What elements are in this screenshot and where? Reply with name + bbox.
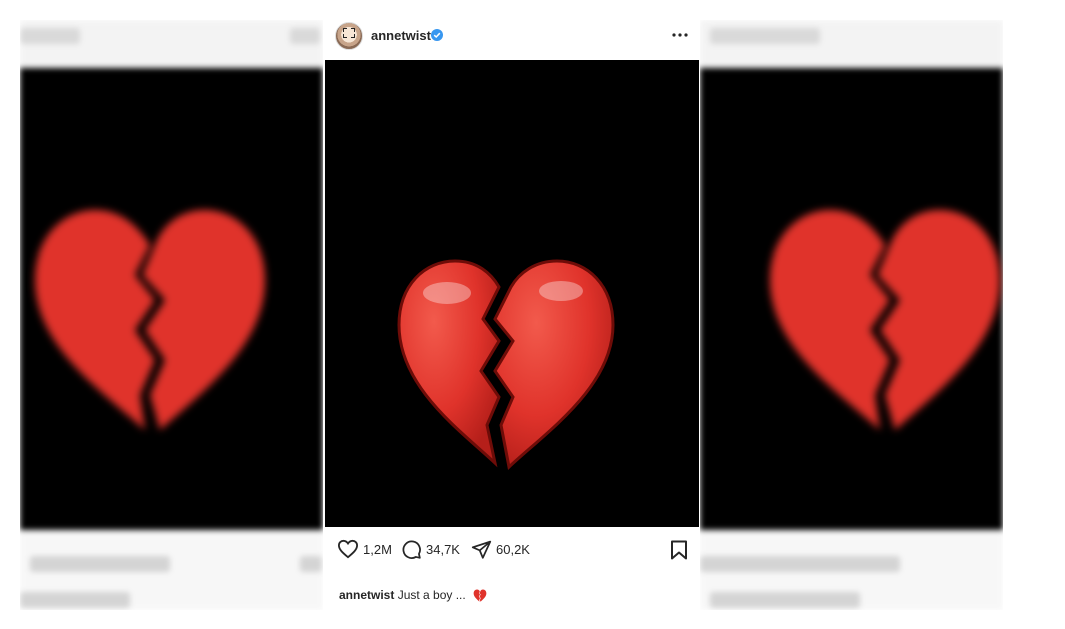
post-caption: annetwist Just a boy ... [339, 588, 487, 603]
like-button[interactable]: 1,2M [337, 538, 392, 560]
post-header: annetwist [323, 12, 700, 60]
share-button[interactable]: 60,2K [471, 538, 530, 560]
bookmark-icon [671, 540, 687, 560]
comment-button[interactable]: 34,7K [401, 538, 460, 560]
instagram-post: annetwist 1,2M 34,7K 60,2K annetwist Jus… [323, 12, 700, 612]
verified-badge-icon [431, 29, 443, 41]
blurred-heart-right [770, 210, 1000, 430]
action-bar: 1,2M 34,7K 60,2K [323, 534, 700, 564]
share-count: 60,2K [496, 541, 530, 557]
blurred-heart-left [35, 210, 265, 430]
send-icon [471, 540, 492, 559]
post-image[interactable] [325, 60, 699, 527]
more-horizontal-icon [672, 33, 688, 37]
caption-username[interactable]: annetwist [339, 588, 394, 602]
blurred-background-right [700, 20, 1003, 610]
username[interactable]: annetwist [371, 28, 431, 43]
caption-text: Just a boy ... [397, 588, 466, 602]
broken-heart-emoji [397, 259, 615, 470]
heart-icon [337, 539, 359, 559]
more-options-button[interactable] [670, 26, 690, 44]
broken-heart-emoji-small [473, 589, 487, 603]
blurred-background-left [20, 20, 323, 610]
save-button[interactable] [670, 540, 688, 565]
comment-icon [402, 540, 421, 559]
comment-count: 34,7K [426, 541, 460, 557]
like-count: 1,2M [363, 541, 392, 557]
avatar[interactable] [335, 22, 363, 50]
